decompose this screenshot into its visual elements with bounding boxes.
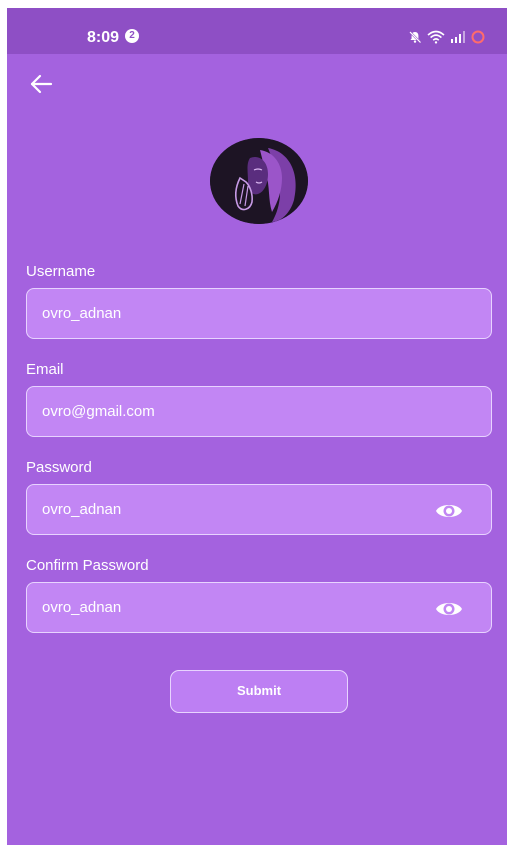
app-screen: 8:09 2 Username ovro_adnan Email ovro@gm… xyxy=(7,8,507,845)
mute-icon xyxy=(409,31,422,44)
password-value: ovro_adnan xyxy=(42,501,122,518)
battery-icon xyxy=(471,30,485,44)
status-time: 8:09 xyxy=(87,29,120,46)
arrow-left-icon xyxy=(30,74,53,94)
confirm-password-field[interactable]: ovro_adnan xyxy=(26,582,492,633)
username-value: ovro_adnan xyxy=(42,305,122,322)
profile-illustration xyxy=(210,138,308,224)
avatar xyxy=(210,138,308,224)
username-label: Username xyxy=(26,263,96,280)
wifi-icon xyxy=(427,30,445,44)
email-label: Email xyxy=(26,361,64,378)
eye-icon[interactable] xyxy=(435,598,463,620)
status-icons xyxy=(408,28,485,46)
confirm-password-label: Confirm Password xyxy=(26,557,149,574)
email-field[interactable]: ovro@gmail.com xyxy=(26,386,492,437)
username-field[interactable]: ovro_adnan xyxy=(26,288,492,339)
back-button[interactable] xyxy=(25,70,57,98)
signal-icon xyxy=(451,31,465,43)
email-value: ovro@gmail.com xyxy=(42,403,155,420)
password-field[interactable]: ovro_adnan xyxy=(26,484,492,535)
status-bar: 8:09 2 xyxy=(7,8,507,54)
eye-icon[interactable] xyxy=(435,500,463,522)
password-label: Password xyxy=(26,459,92,476)
notification-badge: 2 xyxy=(125,29,139,43)
submit-button[interactable]: Submit xyxy=(170,670,348,713)
confirm-password-value: ovro_adnan xyxy=(42,599,122,616)
